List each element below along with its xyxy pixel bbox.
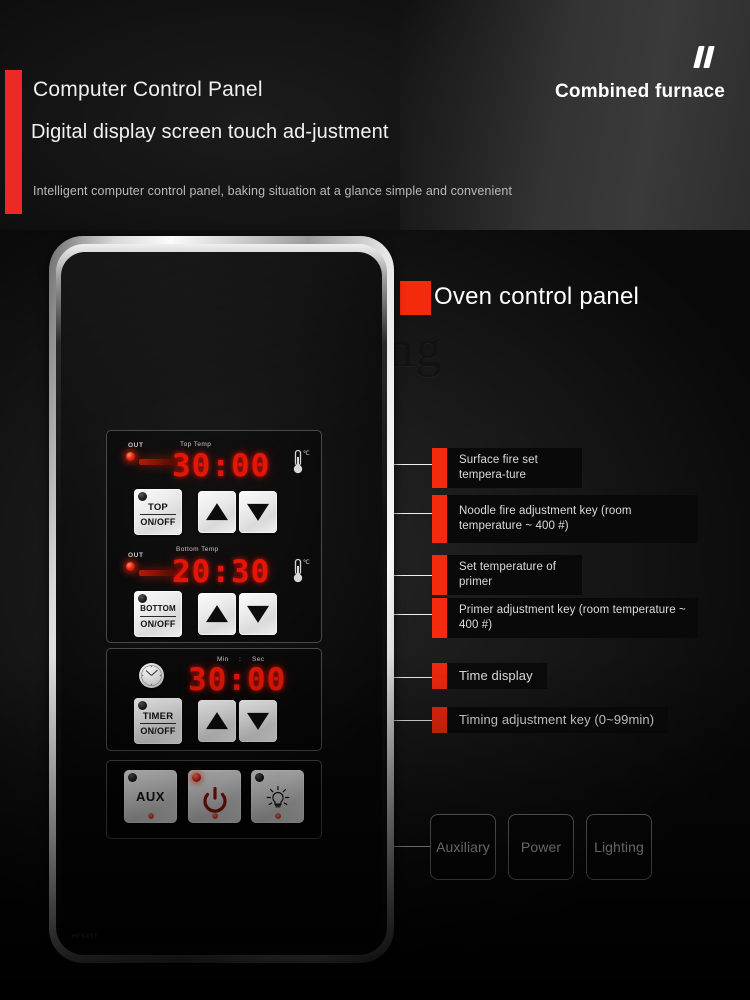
page-title: Computer Control Panel	[33, 78, 263, 101]
double-prime-icon	[692, 46, 715, 68]
screenshot-root: Computer Control Panel Digital display s…	[0, 0, 750, 1000]
bottom-vignette	[0, 230, 750, 1000]
header-accent-bar	[5, 70, 22, 214]
brand-label: Combined furnace	[555, 81, 725, 102]
header-subtitle: Digital display screen touch ad-justment	[31, 121, 389, 143]
header-note: Intelligent computer control panel, baki…	[33, 184, 513, 198]
